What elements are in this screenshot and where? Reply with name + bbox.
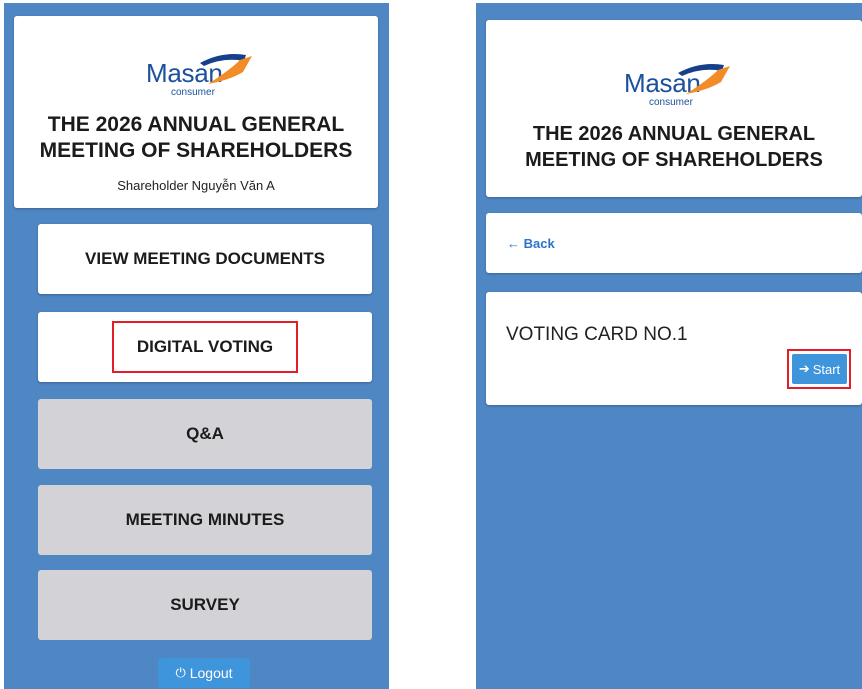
back-bar: ← Back [486,213,862,273]
masan-consumer-logo-right: Masan consumer [618,60,730,110]
back-label: Back [523,236,555,251]
meeting-title: THE 2026 ANNUAL GENERAL MEETING OF SHARE… [14,112,378,164]
qa-button[interactable]: Q&A [38,399,372,469]
meeting-minutes-label: MEETING MINUTES [125,510,285,529]
meeting-title-line2: MEETING OF SHAREHOLDERS [39,139,353,162]
survey-button[interactable]: SURVEY [38,570,372,640]
arrow-left-icon: ← [507,236,520,251]
meeting-title-right-line1: THE 2026 ANNUAL GENERAL [532,123,816,145]
meeting-minutes-button[interactable]: MEETING MINUTES [38,485,372,555]
shareholder-name: Shareholder Nguyễn Văn A [117,178,275,193]
masan-consumer-logo: Masan consumer [140,50,252,100]
meeting-title-line1: THE 2026 ANNUAL GENERAL [47,113,345,136]
view-meeting-documents-button[interactable]: VIEW MEETING DOCUMENTS [38,224,372,294]
voting-card-title: VOTING CARD NO.1 [506,324,688,345]
logo-swoosh-icon [200,54,252,84]
logo-swoosh-icon-right [678,64,730,94]
meeting-title-right: THE 2026 ANNUAL GENERAL MEETING OF SHARE… [486,121,862,173]
voting-card: VOTING CARD NO.1 ➔ Start [486,292,862,405]
power-icon: ⏻ [175,665,186,680]
logout-label: Logout [189,665,233,681]
voting-screen: Masan consumer THE 2026 ANNUAL GENERAL M… [476,3,862,689]
view-meeting-documents-label: VIEW MEETING DOCUMENTS [85,249,325,268]
start-highlight [787,349,851,389]
meeting-header-right: Masan consumer THE 2026 ANNUAL GENERAL M… [486,20,862,197]
digital-voting-highlight [112,321,298,373]
logout-button[interactable]: ⏻ Logout [158,658,250,688]
back-button[interactable]: ← Back [507,236,555,251]
meeting-title-right-line2: MEETING OF SHAREHOLDERS [525,149,823,171]
menu-screen: Masan consumer THE 2026 ANNUAL GENERAL M… [4,3,389,689]
survey-label: SURVEY [170,595,240,614]
qa-label: Q&A [186,424,224,443]
meeting-header: Masan consumer THE 2026 ANNUAL GENERAL M… [14,16,378,208]
